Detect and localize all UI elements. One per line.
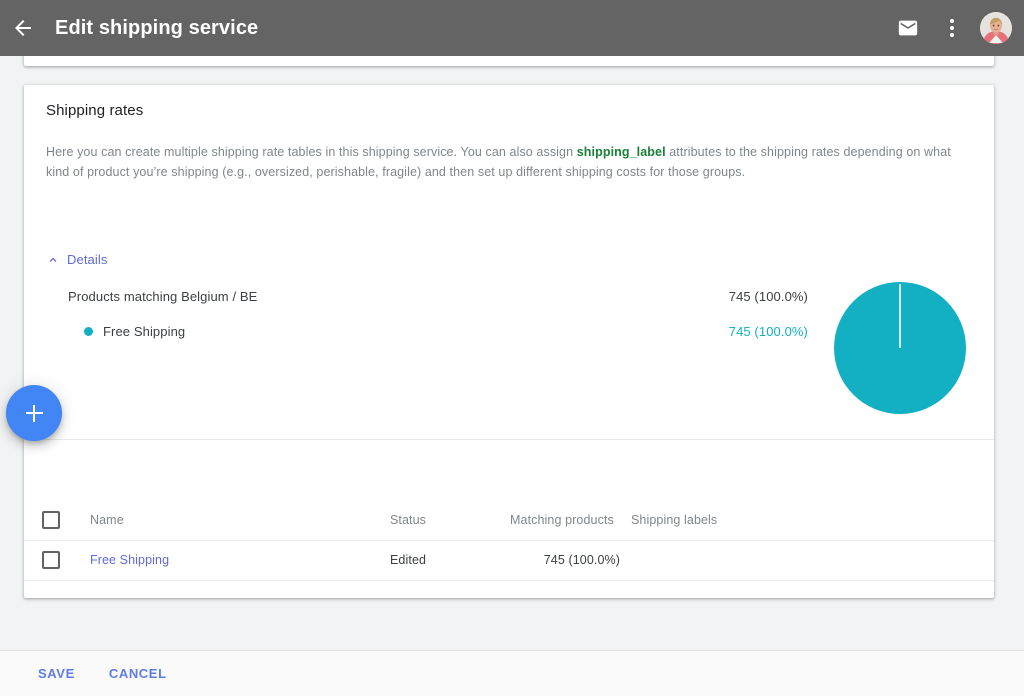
more-dot-2 (950, 26, 954, 30)
card-title: Shipping rates (46, 102, 143, 119)
appbar-actions (886, 6, 1012, 50)
avatar[interactable] (980, 12, 1012, 44)
legend-dot-icon (84, 327, 93, 336)
shipping-rates-table: Name Status Matching products Shipping l… (24, 500, 994, 580)
detail-child-value[interactable]: 745 (100.0%) (729, 324, 808, 339)
header-matching-products[interactable]: Matching products (505, 513, 620, 527)
table-row[interactable]: Free Shipping Edited 745 (100.0%) (24, 540, 994, 580)
detail-row-child: Free Shipping 745 (100.0%) (68, 324, 808, 339)
chevron-up-icon (46, 253, 60, 267)
app-bar: Edit shipping service (0, 0, 1024, 56)
more-vert-icon[interactable] (930, 6, 974, 50)
header-status[interactable]: Status (390, 513, 505, 527)
card-description: Here you can create multiple shipping ra… (46, 142, 966, 182)
previous-card-clipped (24, 56, 994, 66)
detail-parent-value: 745 (100.0%) (729, 289, 808, 304)
details-label: Details (67, 252, 107, 267)
header-shipping-labels[interactable]: Shipping labels (620, 513, 820, 527)
details-toggle[interactable]: Details (46, 252, 107, 267)
page-title: Edit shipping service (55, 17, 258, 40)
back-arrow-icon[interactable] (11, 16, 35, 40)
detail-child-name: Free Shipping (103, 324, 185, 339)
mail-icon[interactable] (886, 6, 930, 50)
matching-products-pie-chart (834, 282, 966, 414)
save-button[interactable]: SAVE (30, 658, 83, 689)
content-scroll-area[interactable]: Shipping rates Here you can create multi… (0, 56, 1024, 696)
detail-parent-name: Products matching Belgium / BE (68, 289, 729, 304)
bottom-action-bar: SAVE CANCEL (0, 650, 1024, 696)
detail-child-name-wrap: Free Shipping (68, 324, 729, 339)
more-vert-dots (950, 19, 954, 37)
shipping-label-tag: shipping_label (577, 145, 666, 159)
more-dot-3 (950, 33, 954, 37)
row-checkbox[interactable] (42, 551, 60, 569)
shipping-rates-card: Shipping rates Here you can create multi… (24, 85, 994, 598)
more-dot-1 (950, 19, 954, 23)
select-all-checkbox[interactable] (42, 511, 60, 529)
cancel-button[interactable]: CANCEL (101, 658, 175, 689)
plus-icon-vertical (33, 405, 35, 422)
row-matching-products: 745 (100.0%) (505, 553, 620, 567)
table-header-row: Name Status Matching products Shipping l… (24, 500, 994, 540)
row-name-link[interactable]: Free Shipping (60, 553, 390, 567)
divider-above-fab (24, 439, 994, 440)
header-name[interactable]: Name (60, 513, 390, 527)
description-part-1: Here you can create multiple shipping ra… (46, 145, 577, 159)
row-status: Edited (390, 553, 505, 567)
divider-table-header (24, 580, 994, 581)
add-shipping-rate-fab[interactable] (6, 385, 62, 441)
detail-row-parent: Products matching Belgium / BE 745 (100.… (68, 289, 808, 304)
